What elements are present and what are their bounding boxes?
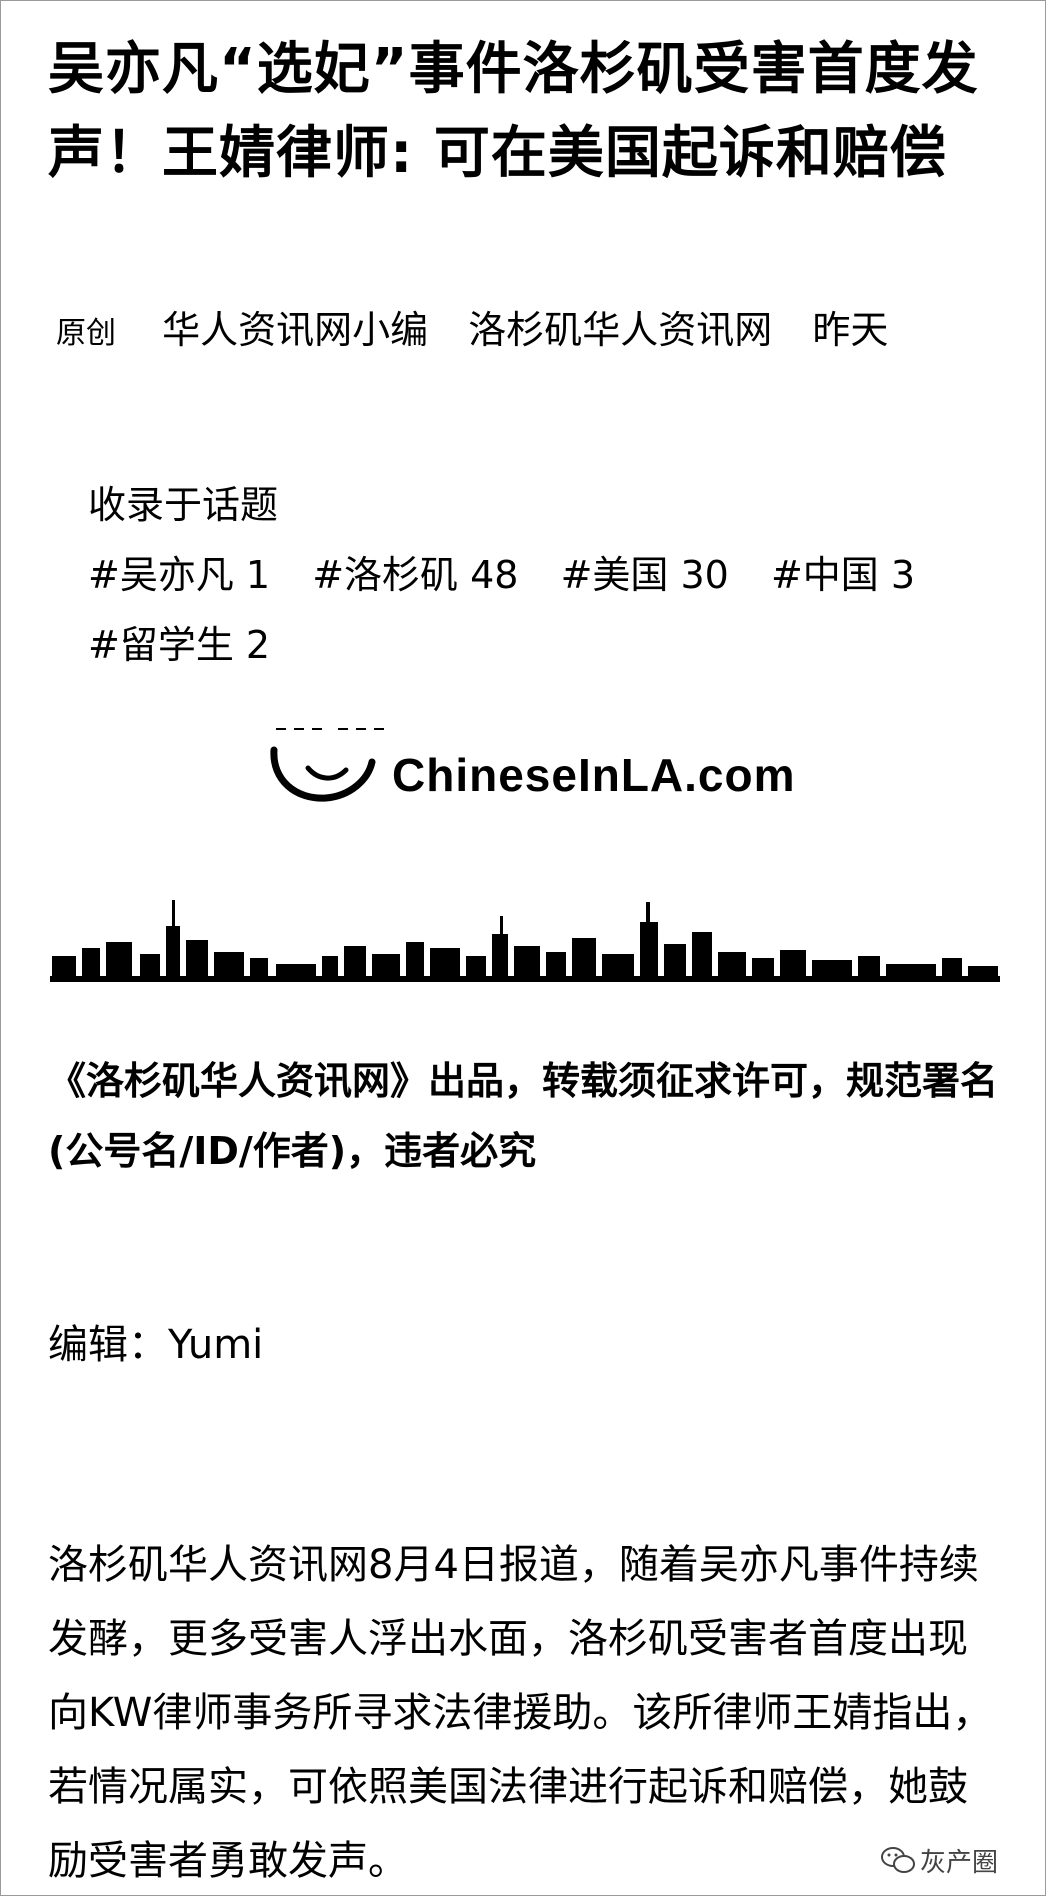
cloud-swoosh-logo-icon xyxy=(270,728,386,802)
topic-tag[interactable]: #美国 30 xyxy=(561,540,729,610)
topics-header: 收录于话题 xyxy=(88,483,279,527)
topic-tag[interactable]: #吴亦凡 1 xyxy=(88,540,270,610)
city-skyline-icon xyxy=(50,900,1000,982)
copyright-notice: 《洛杉矶华人资讯网》出品，转载须征求许可，规范署名(公号名/ID/作者)，违者必… xyxy=(48,1059,999,1173)
article-title: 吴亦凡“选妃”事件洛杉矶受害首度发声！王婧律师: 可在美国起诉和赔偿 xyxy=(48,37,979,186)
site-logo: ChineseInLA.com xyxy=(268,728,808,824)
publish-date: 昨天 xyxy=(812,308,889,352)
article-meta: 原创 华人资讯网小编 洛杉矶华人资讯网 昨天 xyxy=(56,300,916,364)
account-link[interactable]: 洛杉矶华人资讯网 xyxy=(468,300,772,360)
editor-line: 编辑：Yumi xyxy=(48,1322,264,1368)
author-name: 华人资讯网小编 xyxy=(162,308,429,352)
topics-section: 收录于话题 #吴亦凡 1 #洛杉矶 48 #美国 30 #中国 3 #留学生 2 xyxy=(88,470,945,680)
article-body-paragraph: 洛杉矶华人资讯网8月4日报道，随着吴亦凡事件持续发酵，更多受害人浮出水面，洛杉矶… xyxy=(48,1542,993,1884)
topic-tag[interactable]: #中国 3 xyxy=(771,540,915,610)
wechat-icon xyxy=(881,1847,915,1873)
topic-tag[interactable]: #留学生 2 xyxy=(88,610,270,680)
original-tag: 原创 xyxy=(56,316,116,351)
logo-text: ChineseInLA.com xyxy=(392,749,796,801)
topic-tag[interactable]: #洛杉矶 48 xyxy=(312,540,518,610)
watermark: 灰产圈 xyxy=(880,1840,998,1880)
watermark-text: 灰产圈 xyxy=(920,1847,999,1878)
